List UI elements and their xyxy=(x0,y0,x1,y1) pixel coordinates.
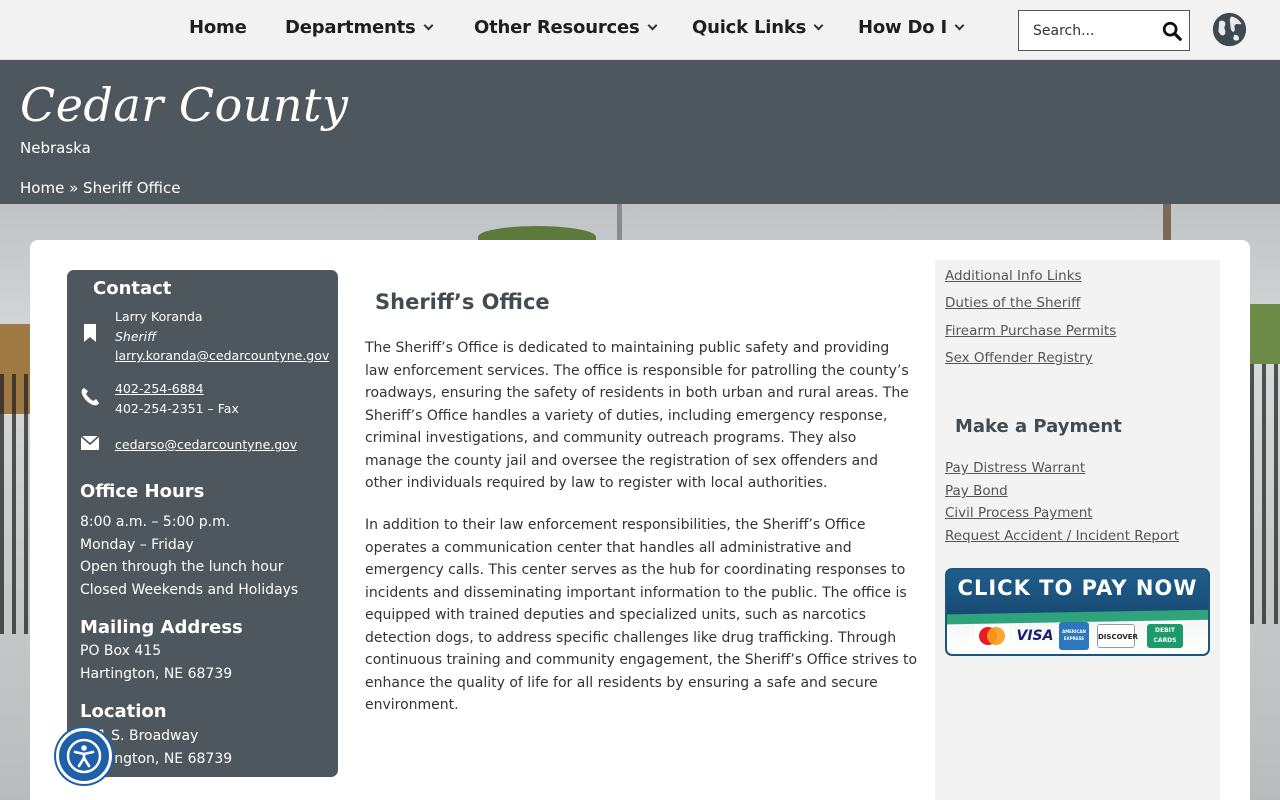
hours-line: Closed Weekends and Holidays xyxy=(80,581,299,598)
phone-icon xyxy=(81,388,99,406)
contact-phone-block: 402-254-6884 402-254-2351 – Fax xyxy=(115,379,239,418)
location-title: Location xyxy=(80,701,167,722)
nav-label: How Do I xyxy=(858,17,947,38)
breadcrumb-home-link[interactable]: Home xyxy=(20,179,64,197)
nav-label: Quick Links xyxy=(692,17,807,38)
site-header: Cedar County Nebraska Home » Sheriff Off… xyxy=(0,60,1280,204)
mailing-address: PO Box 415 Hartington, NE 68739 xyxy=(80,640,232,685)
amex-logo: AMERICAN EXPRESS xyxy=(1059,622,1089,650)
right-sidebar: Additional Info Links Duties of the Sher… xyxy=(935,260,1220,800)
main-content-card: Contact Larry Koranda Sheriff larry.kora… xyxy=(30,240,1250,800)
payment-link-accident-report[interactable]: Request Accident / Incident Report xyxy=(945,528,1179,544)
nav-item-quick-links[interactable]: Quick Links xyxy=(692,17,824,38)
grass-shape xyxy=(1250,304,1280,364)
contact-email-link[interactable]: larry.koranda@cedarcountyne.gov xyxy=(115,348,329,363)
nav-label: Departments xyxy=(285,17,416,38)
contact-office-email-link[interactable]: cedarso@cedarcountyne.gov xyxy=(115,437,297,452)
search-input[interactable] xyxy=(1019,11,1147,50)
mailing-address-title: Mailing Address xyxy=(80,617,243,638)
contact-panel: Contact Larry Koranda Sheriff larry.kora… xyxy=(67,270,338,777)
chevron-down-icon xyxy=(813,20,824,31)
accessibility-icon xyxy=(66,738,102,774)
breadcrumb-current: Sheriff Office xyxy=(83,179,181,197)
sidebar-link-additional-info[interactable]: Additional Info Links xyxy=(945,268,1082,284)
envelope-icon xyxy=(80,435,100,450)
nav-item-home[interactable]: Home xyxy=(189,17,247,38)
contact-role: Sheriff xyxy=(115,328,157,344)
railing-shape xyxy=(0,374,34,634)
hours-line: Open through the lunch hour xyxy=(80,559,284,575)
hours-line: Monday – Friday xyxy=(80,536,194,553)
breadcrumb: Home » Sheriff Office xyxy=(20,179,181,197)
page-title: Sheriff’s Office xyxy=(375,290,550,314)
article-paragraph: In addition to their law enforcement res… xyxy=(365,517,918,713)
contact-title: Contact xyxy=(93,278,172,299)
hours-line: 8:00 a.m. – 5:00 p.m. xyxy=(80,514,231,530)
payment-link-bond[interactable]: Pay Bond xyxy=(945,483,1008,499)
sidebar-link-firearm-permits[interactable]: Firearm Purchase Permits xyxy=(945,323,1116,339)
site-title[interactable]: Cedar County xyxy=(20,78,349,132)
debit-cards-logo: DEBIT CARDS xyxy=(1147,624,1183,648)
office-hours-title: Office Hours xyxy=(80,481,205,502)
chevron-down-icon xyxy=(423,20,434,31)
visa-logo: VISA xyxy=(1016,628,1054,644)
search-icon[interactable] xyxy=(1161,20,1183,42)
nav-item-how-do-i[interactable]: How Do I xyxy=(858,17,965,38)
payment-link-distress-warrant[interactable]: Pay Distress Warrant xyxy=(945,460,1085,476)
sidebar-link-sex-offender-registry[interactable]: Sex Offender Registry xyxy=(945,350,1093,366)
payment-link-civil-process[interactable]: Civil Process Payment xyxy=(945,505,1093,521)
pole-shape xyxy=(1163,204,1171,244)
contact-person: Larry Koranda Sheriff larry.koranda@ceda… xyxy=(115,307,329,366)
contact-name: Larry Koranda xyxy=(115,309,203,324)
pole-shape xyxy=(617,204,622,244)
nav-item-other-resources[interactable]: Other Resources xyxy=(474,17,657,38)
chevron-down-icon xyxy=(647,20,657,31)
search-box xyxy=(1018,10,1190,51)
discover-logo: DISCOVER xyxy=(1097,624,1138,648)
address-line: Hartington, NE 68739 xyxy=(80,665,233,682)
mastercard-logo xyxy=(975,624,1009,648)
sidebar-link-duties[interactable]: Duties of the Sheriff xyxy=(945,295,1080,311)
accessibility-button[interactable] xyxy=(56,728,112,784)
nav-item-departments[interactable]: Departments xyxy=(285,17,434,38)
breadcrumb-separator: » xyxy=(69,179,79,197)
office-hours-list: 8:00 a.m. – 5:00 p.m. Monday – Friday Op… xyxy=(80,511,298,601)
mastercard-icon xyxy=(979,627,1005,645)
globe-icon[interactable] xyxy=(1211,11,1248,48)
contact-fax: 402-254-2351 – Fax xyxy=(115,400,239,416)
top-navigation: Home Departments Other Resources Quick L… xyxy=(0,0,1280,60)
site-subtitle: Nebraska xyxy=(20,139,91,157)
bookmark-icon xyxy=(84,324,96,342)
chevron-down-icon xyxy=(954,20,965,31)
article-paragraph: The Sheriff’s Office is dedicated to mai… xyxy=(365,340,909,491)
contact-office-email-block: cedarso@cedarcountyne.gov xyxy=(115,435,297,455)
nav-label: Other Resources xyxy=(474,17,640,38)
nav-label: Home xyxy=(189,17,247,38)
address-line: PO Box 415 xyxy=(80,643,162,659)
railing-shape xyxy=(1250,364,1280,624)
make-payment-title: Make a Payment xyxy=(955,416,1122,437)
pay-now-banner[interactable]: CLICK TO PAY NOW VISA AMERICAN EXPRESS D… xyxy=(945,568,1210,656)
contact-phone-link[interactable]: 402-254-6884 xyxy=(115,381,204,396)
pay-now-text: CLICK TO PAY NOW xyxy=(957,576,1198,600)
